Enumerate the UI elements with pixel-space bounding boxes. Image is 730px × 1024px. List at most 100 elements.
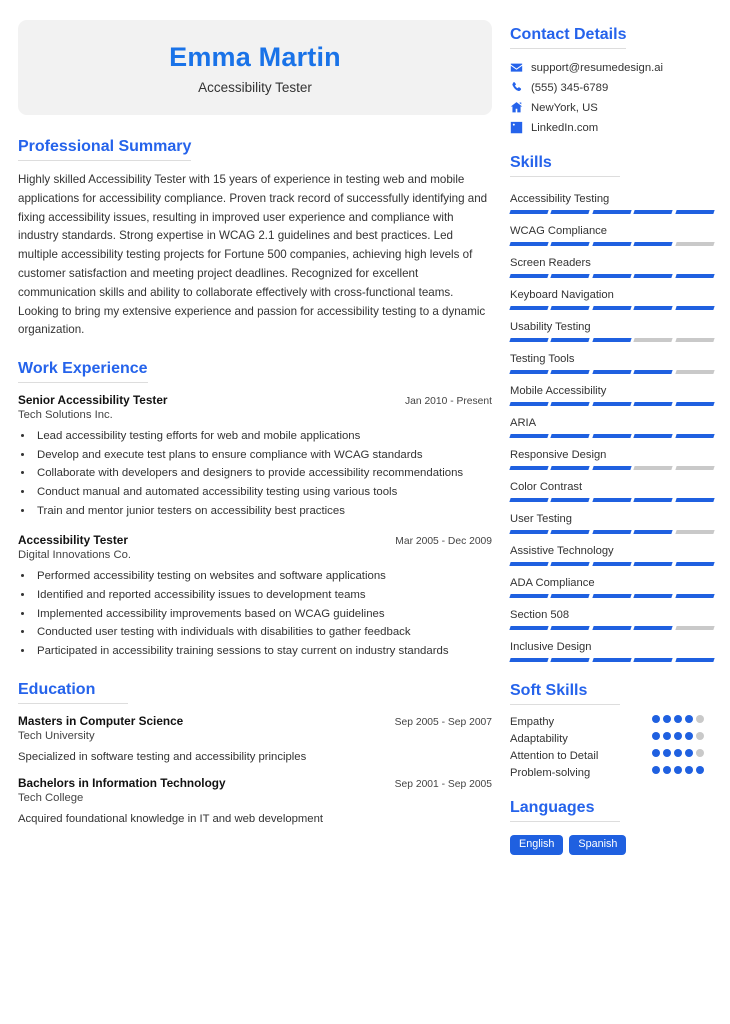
entry-date: Jan 2010 - Present	[404, 396, 492, 408]
skill-bar-segment	[674, 402, 715, 406]
skill-item: WCAG Compliance	[509, 219, 715, 246]
skill-bar-segment	[509, 626, 550, 630]
entry-bullet: Identified and reported accessibility is…	[34, 587, 492, 605]
right-column: Contact Details support@resumedesign.ai (…	[509, 20, 715, 1024]
skill-bar-segment	[550, 370, 591, 374]
entry-header: Bachelors in Information Technology Sep 2…	[18, 776, 492, 790]
entry-bullet: Conducted user testing with individuals …	[34, 624, 492, 642]
skill-level-bar	[509, 434, 715, 438]
contact-item[interactable]: (555) 345-6789	[510, 81, 714, 94]
skill-item: Responsive Design	[509, 443, 715, 470]
skill-bar-segment	[550, 658, 591, 662]
soft-skill-rating	[652, 749, 714, 757]
phone-icon	[510, 81, 523, 94]
skill-item: ARIA	[509, 411, 715, 438]
language-chip[interactable]: English	[510, 835, 564, 856]
skill-bar-segment	[592, 530, 632, 534]
skill-bar-segment	[674, 274, 715, 278]
job-role-subtitle: Accessibility Tester	[198, 80, 312, 96]
skill-bar-segment	[674, 530, 715, 534]
contact-item[interactable]: support@resumedesign.ai	[510, 61, 714, 74]
rating-dot	[663, 732, 671, 740]
skill-bar-segment	[550, 338, 591, 342]
skill-item: Keyboard Navigation	[509, 283, 715, 310]
skill-level-bar	[509, 658, 715, 662]
rating-dot	[674, 732, 682, 740]
skill-bar-segment	[509, 274, 550, 278]
skill-bar-segment	[592, 594, 632, 598]
rating-dot	[685, 766, 693, 774]
skill-bar-segment	[633, 626, 674, 630]
skill-bar-segment	[592, 306, 632, 310]
skill-item: Accessibility Testing	[509, 187, 715, 214]
skill-bar-segment	[509, 338, 550, 342]
skill-bar-segment	[550, 626, 591, 630]
entry-bullet-list: Performed accessibility testing on websi…	[34, 568, 492, 660]
experience-entry: Senior Accessibility Tester Jan 2010 - Pr…	[18, 393, 492, 520]
skill-bar-segment	[674, 498, 715, 502]
skill-name: User Testing	[510, 513, 572, 525]
skill-bar-segment	[674, 594, 715, 598]
skill-bar-segment	[633, 658, 674, 662]
education-list: Masters in Computer Science Sep 2005 - Se…	[18, 714, 492, 825]
skill-bar-segment	[550, 210, 591, 214]
skill-bar-segment	[633, 498, 674, 502]
skill-bar-segment	[509, 402, 550, 406]
language-chip[interactable]: Spanish	[569, 835, 627, 856]
entry-title: Accessibility Tester	[18, 533, 128, 548]
skill-bar-segment	[674, 242, 715, 246]
soft-skills-list: Empathy Adaptability Attention to Detail Pr…	[510, 715, 714, 779]
contact-item[interactable]: NewYork, US	[510, 101, 714, 114]
entry-header: Senior Accessibility Tester Jan 2010 - Pr…	[18, 393, 492, 407]
soft-skill-name: Adaptability	[510, 733, 568, 745]
skill-bar-segment	[592, 210, 632, 214]
entry-title: Masters in Computer Science	[18, 713, 184, 728]
rating-dot	[652, 749, 660, 757]
skill-bar-segment	[550, 434, 591, 438]
skill-bar-segment	[550, 562, 591, 566]
skill-bar-segment	[633, 562, 674, 566]
entry-organization: Tech University	[18, 729, 95, 742]
skill-name: ARIA	[510, 417, 537, 429]
skill-bar-segment	[550, 530, 591, 534]
skill-level-bar	[509, 274, 715, 278]
skill-bar-segment	[550, 306, 591, 310]
contact-item[interactable]: LinkedIn.com	[510, 121, 714, 134]
skill-bar-segment	[509, 530, 550, 534]
skill-item: ADA Compliance	[509, 571, 715, 598]
skill-item: Screen Readers	[509, 251, 715, 278]
soft-skill-name: Attention to Detail	[510, 750, 599, 762]
rating-dot	[674, 715, 682, 723]
skill-item: User Testing	[509, 507, 715, 534]
skill-bar-segment	[633, 306, 674, 310]
summary-text: Highly skilled Accessibility Tester with…	[18, 173, 488, 337]
skill-bar-segment	[592, 274, 632, 278]
contact-list: support@resumedesign.ai (555) 345-6789 New…	[510, 61, 714, 134]
skill-item: Testing Tools	[509, 347, 715, 374]
skill-bar-segment	[509, 434, 550, 438]
skill-bar-segment	[550, 402, 591, 406]
entry-bullet: Performed accessibility testing on websi…	[34, 568, 492, 586]
rating-dot	[696, 732, 704, 740]
skill-bar-segment	[633, 434, 674, 438]
skill-bar-segment	[509, 242, 550, 246]
contact-value: (555) 345-6789	[531, 81, 609, 94]
entry-header: Accessibility Tester Mar 2005 - Dec 2009	[18, 533, 492, 547]
skills-list: Accessibility Testing WCAG Compliance Scre…	[509, 187, 715, 662]
skill-bar-segment	[633, 210, 674, 214]
skill-bar-segment	[592, 562, 632, 566]
experience-list: Senior Accessibility Tester Jan 2010 - Pr…	[18, 393, 492, 661]
skill-bar-segment	[509, 210, 550, 214]
skill-level-bar	[509, 466, 715, 470]
entry-organization: Tech College	[18, 791, 84, 804]
skill-level-bar	[509, 594, 715, 598]
soft-skill-item: Empathy	[510, 715, 714, 728]
entry-bullet: Collaborate with developers and designer…	[34, 465, 492, 483]
entry-bullet: Participated in accessibility training s…	[34, 643, 492, 661]
skill-bar-segment	[509, 306, 550, 310]
entry-bullet: Conduct manual and automated accessibili…	[34, 484, 492, 502]
skills-section: Skills Accessibility Testing WCAG Complia…	[509, 153, 715, 662]
skill-bar-segment	[592, 498, 632, 502]
skill-level-bar	[509, 338, 715, 342]
skill-bar-segment	[592, 338, 632, 342]
